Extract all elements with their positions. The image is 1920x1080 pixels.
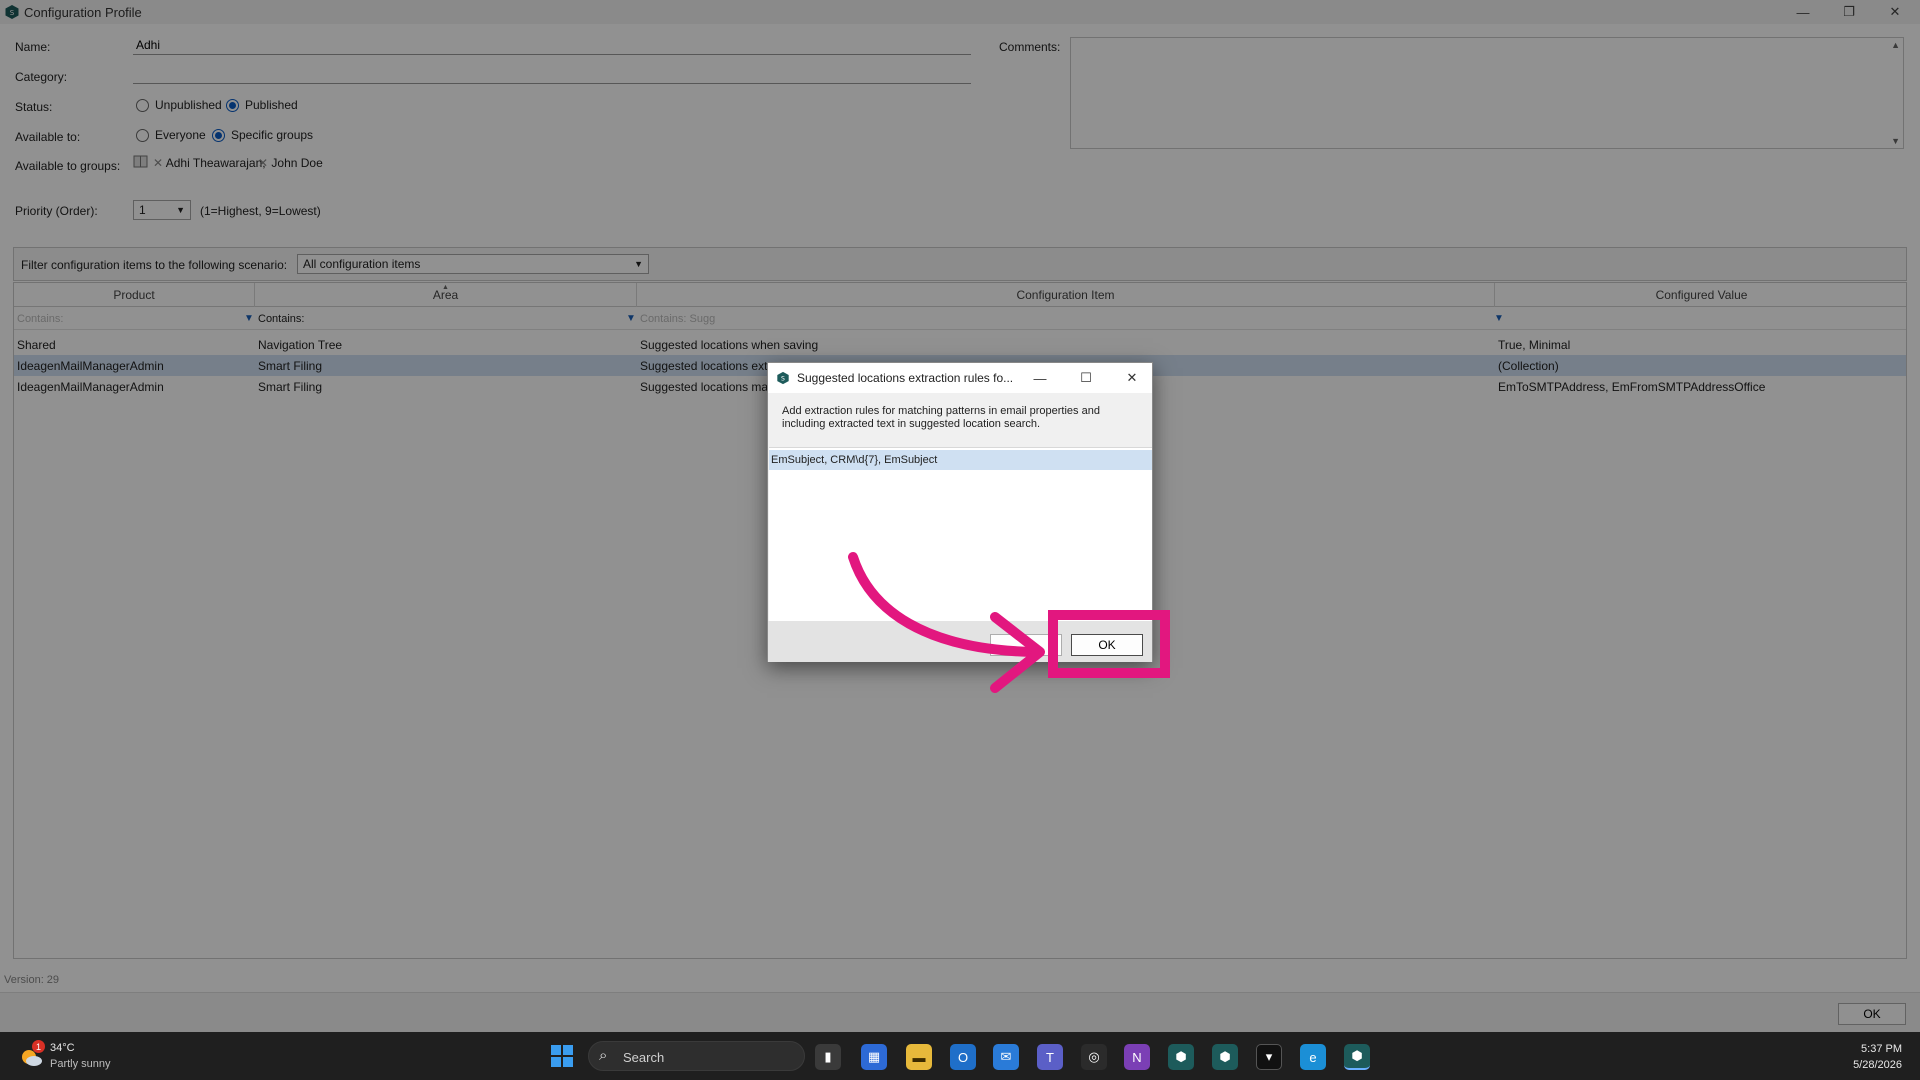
outlook-classic-icon[interactable]: ✉ — [993, 1044, 1019, 1070]
highlight-box — [1048, 610, 1170, 678]
teams-icon[interactable]: T — [1037, 1044, 1063, 1070]
chatgpt-icon[interactable]: ◎ — [1081, 1044, 1107, 1070]
minimize-icon: — — [1033, 370, 1047, 386]
outlook-icon[interactable]: O — [950, 1044, 976, 1070]
dialog-maximize-button[interactable]: ☐ — [1064, 363, 1108, 393]
svg-text:S: S — [781, 376, 785, 383]
mailmanager-icon[interactable]: ⬢ — [1168, 1044, 1194, 1070]
maximize-icon: ☐ — [1080, 370, 1092, 385]
windows-logo-icon — [551, 1045, 573, 1067]
weather-desc: Partly sunny — [50, 1058, 111, 1070]
dialog-minimize-button[interactable]: — — [1018, 363, 1062, 393]
list-item[interactable]: EmSubject, CRM\d{7}, EmSubject — [769, 450, 1152, 470]
clock-date[interactable]: 5/28/2026 — [1853, 1059, 1902, 1071]
pointer-arrow-icon — [848, 552, 1045, 693]
app-logo-icon: S — [777, 371, 789, 385]
file-explorer-icon[interactable]: ▬ — [906, 1044, 932, 1070]
dialog-title: Suggested locations extraction rules fo.… — [797, 371, 1014, 385]
mailmanager-admin-icon[interactable]: ⬢ — [1212, 1044, 1238, 1070]
onenote-icon[interactable]: N — [1124, 1044, 1150, 1070]
dialog-title-bar: S Suggested locations extraction rules f… — [768, 363, 1152, 393]
start-button[interactable] — [550, 1044, 574, 1068]
dialog-description: Add extraction rules for matching patter… — [782, 405, 1100, 430]
capture-tool-icon[interactable]: ▾ — [1256, 1044, 1282, 1070]
clock-time[interactable]: 5:37 PM — [1861, 1043, 1902, 1055]
notification-badge: 1 — [32, 1040, 45, 1053]
search-icon: ⌕ — [599, 1047, 608, 1064]
store-icon[interactable]: ▦ — [861, 1044, 887, 1070]
config-profile-taskbar-icon[interactable]: ⬢ — [1344, 1044, 1370, 1070]
task-view-icon[interactable]: ▮ — [815, 1044, 841, 1070]
weather-temp: 34°C — [50, 1042, 75, 1054]
search-placeholder: Search — [623, 1050, 665, 1065]
close-icon: ✕ — [1126, 370, 1138, 385]
weather-icon[interactable]: 1 — [18, 1040, 45, 1069]
taskbar-search[interactable]: ⌕ Search — [588, 1041, 805, 1071]
dialog-close-button[interactable]: ✕ — [1110, 363, 1154, 393]
edge-icon[interactable]: e — [1300, 1044, 1326, 1070]
